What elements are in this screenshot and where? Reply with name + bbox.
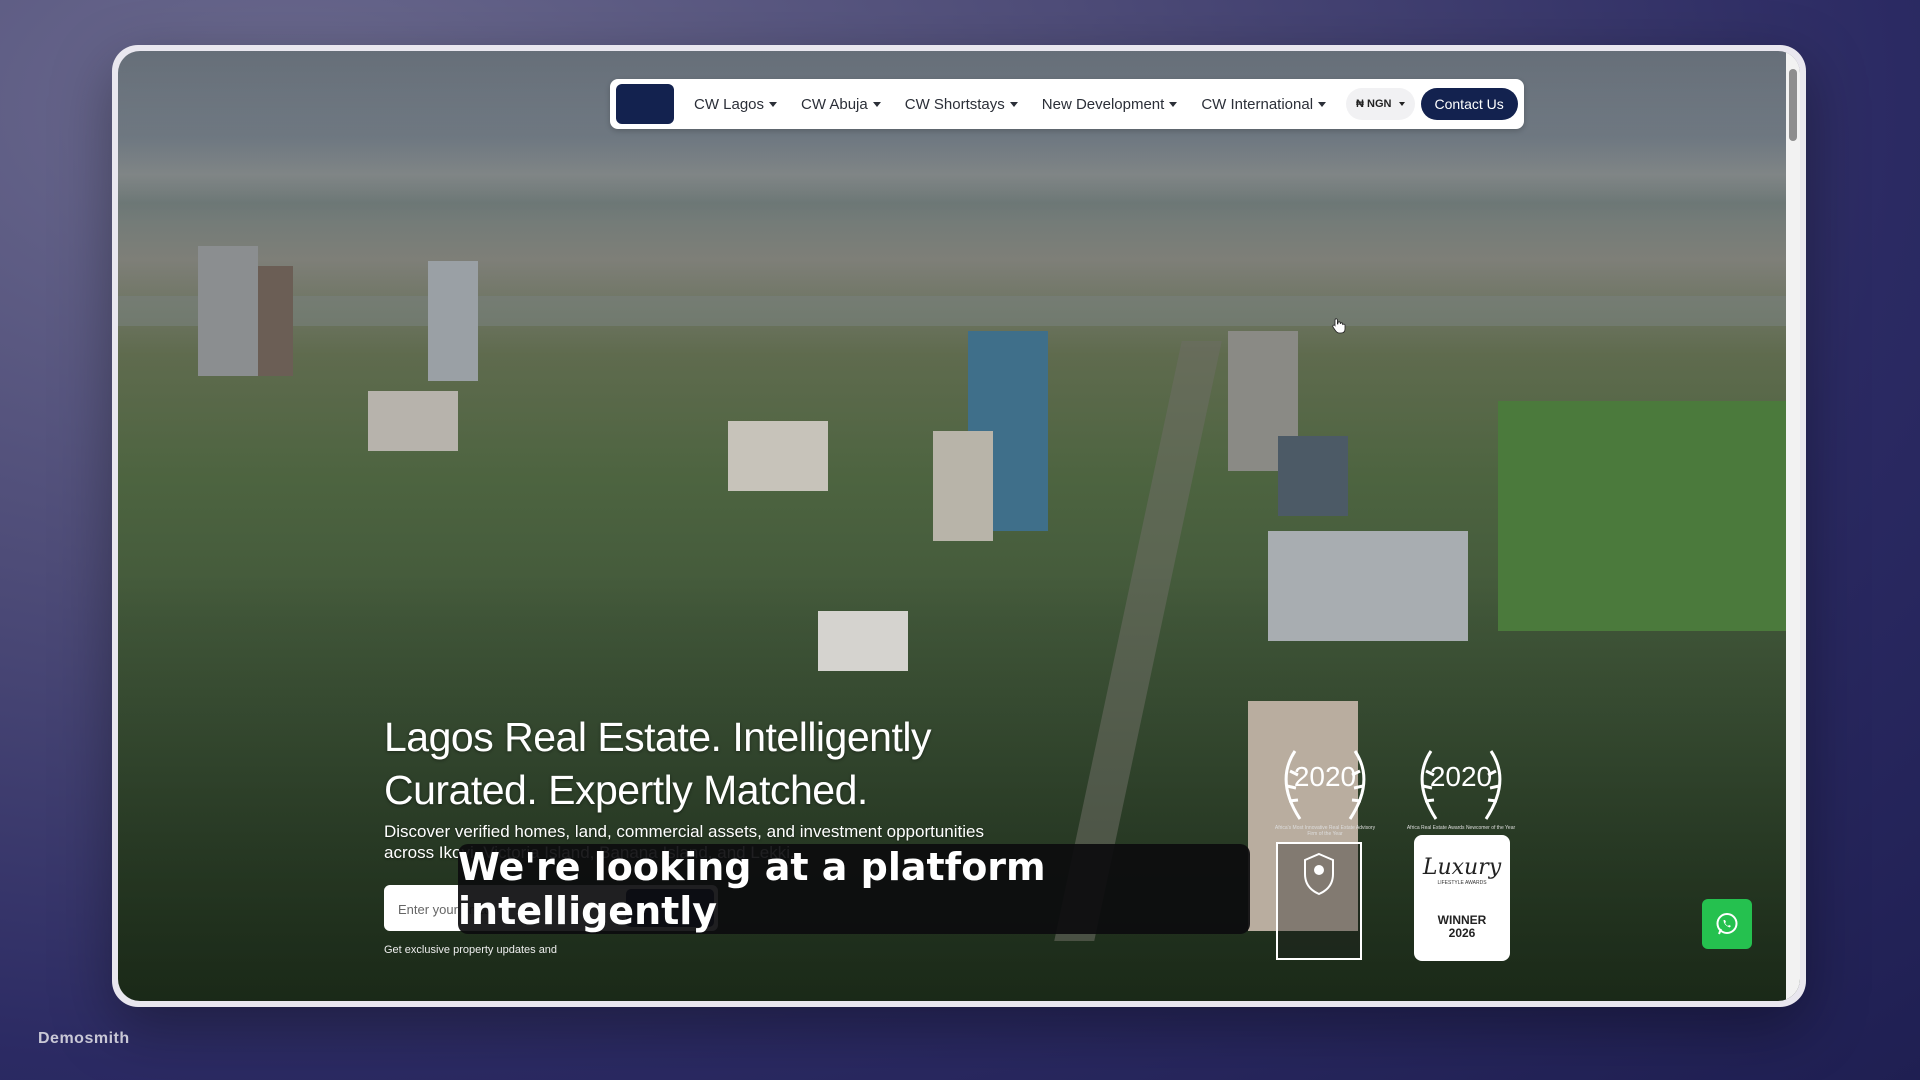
caret-down-icon	[1169, 101, 1178, 107]
award-badge: 2020 Africa Real Estate Awards Newcomer …	[1406, 741, 1516, 841]
winner-year: 2026	[1448, 926, 1476, 940]
award-caption: Africa's Most Innovative Real Estate Adv…	[1274, 825, 1376, 837]
currency-selector[interactable]: ₦ NGN	[1346, 88, 1415, 120]
currency-label: ₦ NGN	[1356, 98, 1392, 110]
nav-item-cw-international[interactable]: CW International	[1201, 95, 1327, 113]
luxury-lifestyle-award: Luxury LIFESTYLE AWARDS WINNER 2026	[1414, 835, 1510, 961]
nav-item-new-development[interactable]: New Development	[1042, 96, 1178, 113]
nav-item-cw-shortstays[interactable]: CW Shortstays	[905, 96, 1018, 113]
newsletter-fineprint: Get exclusive property updates and	[384, 944, 558, 956]
page-scrollbar[interactable]	[1786, 51, 1800, 1001]
top-nav: CW Lagos CW Abuja CW Shortstays New Deve…	[610, 79, 1524, 129]
nav-item-label: CW International	[1201, 95, 1314, 113]
caret-down-icon	[1398, 102, 1405, 106]
award-year: 2020	[1293, 761, 1357, 792]
caret-down-icon	[769, 101, 778, 107]
award-winner-text: WINNER 2026	[1414, 914, 1510, 940]
caret-down-icon	[1318, 101, 1327, 107]
nav-item-label: New Development	[1041, 95, 1165, 113]
watermark: Demosmith	[38, 1030, 130, 1047]
award-sub: LIFESTYLE AWARDS	[1437, 880, 1487, 886]
nav-item-cw-abuja[interactable]: CW Abuja	[801, 96, 881, 113]
scrollbar-thumb[interactable]	[1789, 69, 1797, 141]
award-badge: 2020 Africa's Most Innovative Real Estat…	[1270, 741, 1380, 841]
award-year: 2020	[1429, 761, 1493, 792]
site-logo[interactable]	[616, 84, 674, 124]
award-caption: Africa Real Estate Awards Newcomer of th…	[1406, 825, 1516, 831]
nav-item-cw-lagos[interactable]: CW Lagos	[694, 95, 778, 113]
nav-item-label: CW Lagos	[694, 95, 765, 113]
crest-award-badge	[1276, 842, 1362, 960]
caret-down-icon	[1009, 101, 1018, 107]
crest-icon	[1304, 852, 1334, 896]
nav-item-label: CW Abuja	[801, 95, 868, 113]
caret-down-icon	[872, 101, 881, 107]
contact-us-button[interactable]: Contact Us	[1420, 88, 1518, 120]
mouse-cursor-icon	[1332, 318, 1346, 334]
nav-item-label: CW Shortstays	[904, 95, 1005, 113]
hero-title: Lagos Real Estate. Intelligently Curated…	[384, 714, 931, 813]
award-name: Luxury	[1422, 855, 1502, 880]
whatsapp-chat-button[interactable]	[1702, 899, 1752, 949]
video-caption: We're looking at a platform intelligentl…	[458, 844, 1250, 934]
whatsapp-icon	[1716, 913, 1738, 935]
